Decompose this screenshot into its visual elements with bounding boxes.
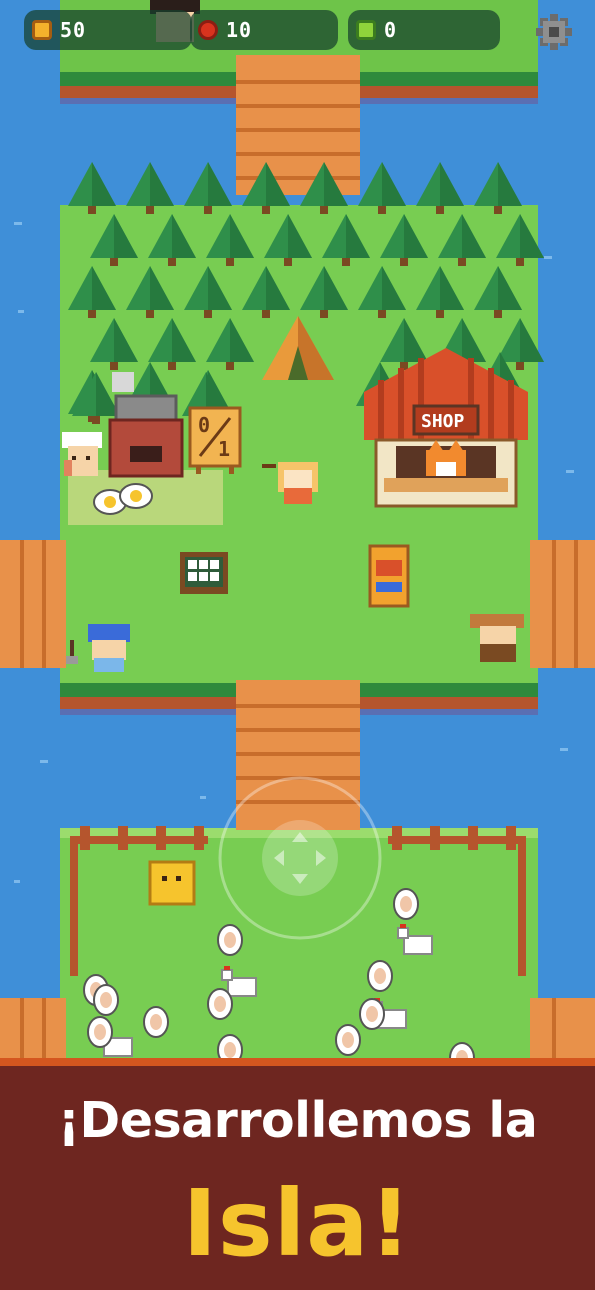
egg-bubble[interactable]: [143, 1006, 169, 1038]
gear-icon: [536, 14, 572, 50]
bridge-west: [0, 540, 66, 668]
apples-value: 10: [226, 18, 253, 42]
coin-icon: [32, 20, 52, 40]
egg-bubble[interactable]: [207, 988, 233, 1020]
player-character[interactable]: [148, 860, 196, 906]
gems-counter[interactable]: 0: [348, 10, 500, 50]
egg-bubble[interactable]: [93, 984, 119, 1016]
bridge-east: [530, 540, 595, 668]
quest-board[interactable]: 0 1: [188, 406, 242, 474]
coins-value: 50: [60, 18, 87, 42]
bridge-southeast: [530, 998, 595, 1065]
egg-bubble[interactable]: [359, 998, 385, 1030]
shop-sign: SHOP: [421, 411, 465, 432]
egg-bubble[interactable]: [393, 888, 419, 920]
gem-icon: [356, 20, 376, 40]
egg-bubble[interactable]: [367, 960, 393, 992]
chef-npc[interactable]: [62, 432, 102, 476]
game-screen[interactable]: 0 1 SHOP 50 10 0 ¡Desarrollemos la Isla!: [0, 0, 595, 1290]
promo-banner: ¡Desarrollemos la Isla!: [0, 1058, 595, 1290]
quest-board-bottom: 1: [218, 437, 230, 461]
bridge-southwest: [0, 998, 66, 1065]
egg-bubble[interactable]: [217, 924, 243, 956]
vending-machine[interactable]: [368, 544, 410, 608]
game-world[interactable]: 0 1 SHOP: [0, 0, 595, 1065]
bridge-north: [236, 55, 360, 195]
chalkboard[interactable]: [180, 552, 228, 594]
coins-counter[interactable]: 50: [24, 10, 192, 50]
apple-icon: [198, 20, 218, 40]
quest-board-top: 0: [198, 413, 210, 437]
settings-button[interactable]: [533, 12, 575, 52]
bridge-south: [236, 680, 360, 830]
egg-bubble[interactable]: [335, 1024, 361, 1056]
promo-headline: ¡Desarrollemos la: [57, 1092, 538, 1149]
resource-bar: 50 10 0: [0, 10, 595, 54]
gems-value: 0: [384, 18, 398, 42]
promo-title: Isla!: [182, 1170, 413, 1277]
apples-counter[interactable]: 10: [190, 10, 338, 50]
egg-bubble[interactable]: [87, 1016, 113, 1048]
